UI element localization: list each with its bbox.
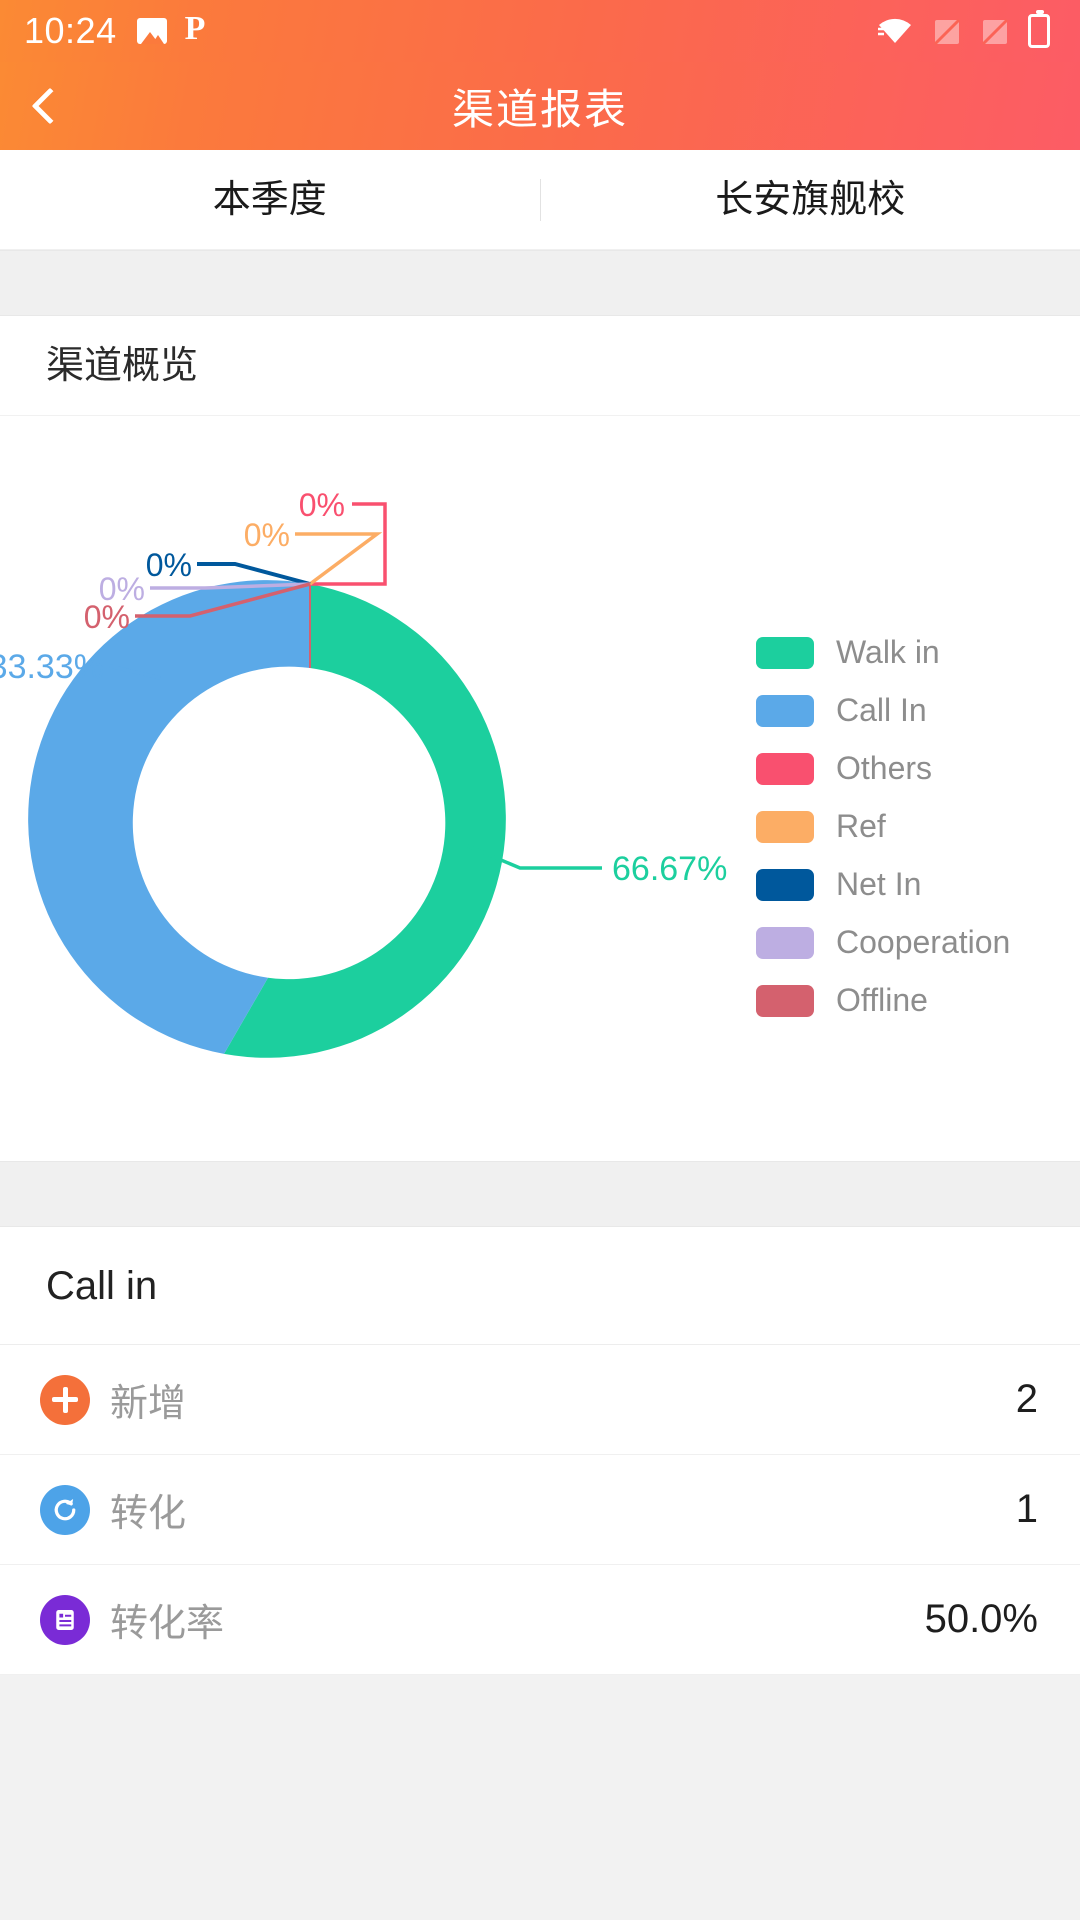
detail-row-conversion-rate[interactable]: 转化率 50.0% bbox=[0, 1565, 1080, 1675]
legend-item-offline[interactable]: Offline bbox=[756, 982, 1056, 1019]
legend-item-walk-in[interactable]: Walk in bbox=[756, 634, 1056, 671]
legend-item-cooperation[interactable]: Cooperation bbox=[756, 924, 1056, 961]
chevron-left-icon bbox=[31, 87, 69, 125]
no-sim-1-icon bbox=[932, 16, 962, 46]
legend-swatch-call-in bbox=[756, 694, 814, 727]
refresh-circle-icon bbox=[40, 1484, 90, 1535]
plus-circle-icon bbox=[40, 1374, 90, 1425]
section-gap-top bbox=[0, 250, 1080, 316]
status-bar-clock: 10:24 bbox=[24, 10, 117, 51]
legend-item-net-in[interactable]: Net In bbox=[756, 866, 1056, 903]
legend-label-cooperation: Cooperation bbox=[836, 924, 1011, 960]
page-title: 渠道报表 bbox=[451, 85, 628, 133]
photo-icon bbox=[136, 18, 167, 44]
refresh-glyph bbox=[54, 1498, 76, 1520]
legend-swatch-net-in bbox=[756, 868, 814, 901]
legend-swatch-cooperation bbox=[756, 926, 814, 959]
no-sim-2-icon bbox=[980, 16, 1010, 46]
battery-charging-icon: ⚡ bbox=[1028, 10, 1050, 48]
pie-value-offline: 0% bbox=[84, 599, 130, 635]
legend-swatch-walk-in bbox=[756, 636, 814, 669]
call-in-detail-card: Call in 新增 2 转化 1 转化率 50.0% bbox=[0, 1227, 1080, 1675]
list-glyph bbox=[56, 1609, 74, 1630]
legend-swatch-offline bbox=[756, 984, 814, 1017]
legend-label-net-in: Net In bbox=[836, 866, 922, 902]
legend-swatch-others bbox=[756, 752, 814, 785]
app-screen: 10:24 P ⚡ 渠道报表 本季度 长安旗舰校 渠道概览 0% 0% 0% 0… bbox=[0, 0, 1080, 1920]
legend-label-others: Others bbox=[836, 750, 933, 786]
detail-row-converted[interactable]: 转化 1 bbox=[0, 1455, 1080, 1565]
wifi-icon bbox=[876, 16, 914, 46]
legend-swatch-ref bbox=[756, 810, 814, 843]
detail-row-conversion-rate-value: 50.0% bbox=[924, 1597, 1038, 1641]
pie-value-call-in: 33.33% bbox=[0, 648, 104, 686]
detail-section-title: Call in bbox=[0, 1227, 1080, 1345]
tab-period[interactable]: 本季度 bbox=[0, 150, 540, 250]
detail-row-new[interactable]: 新增 2 bbox=[0, 1345, 1080, 1455]
legend-label-walk-in: Walk in bbox=[836, 634, 940, 670]
status-bar: 10:24 P ⚡ bbox=[0, 0, 1080, 62]
tab-campus[interactable]: 长安旗舰校 bbox=[541, 150, 1080, 250]
legend-item-others[interactable]: Others bbox=[756, 750, 1056, 787]
detail-row-new-label: 新增 bbox=[110, 1383, 187, 1425]
detail-row-converted-label: 转化 bbox=[110, 1493, 187, 1535]
section-gap-middle bbox=[0, 1161, 1080, 1227]
back-button[interactable] bbox=[0, 62, 100, 150]
pie-value-others: 0% bbox=[299, 487, 345, 523]
pie-value-walk-in: 66.67% bbox=[612, 850, 727, 888]
detail-row-new-value: 2 bbox=[1015, 1377, 1038, 1421]
list-circle-icon bbox=[40, 1594, 90, 1645]
channel-overview-title: 渠道概览 bbox=[0, 316, 1080, 416]
status-bar-system-icons: ⚡ bbox=[876, 10, 1056, 48]
legend-label-offline: Offline bbox=[836, 982, 928, 1018]
legend-label-call-in: Call In bbox=[836, 692, 927, 728]
p-app-icon: P bbox=[184, 10, 206, 47]
status-bar-notification-icons: P bbox=[136, 10, 211, 47]
app-bar: 渠道报表 bbox=[0, 62, 1080, 150]
filter-tab-bar: 本季度 长安旗舰校 bbox=[0, 150, 1080, 250]
channel-pie-chart[interactable]: 0% 0% 0% 0% 0% 33.33% 66.67% Walk in Cal… bbox=[0, 416, 1080, 1161]
leader-line-ref bbox=[295, 532, 383, 586]
channel-overview-card: 渠道概览 0% 0% 0% 0% 0% 33.33% 66.67% Walk i… bbox=[0, 316, 1080, 1161]
pie-value-net-in: 0% bbox=[146, 547, 192, 583]
legend-item-ref[interactable]: Ref bbox=[756, 808, 1056, 845]
pie-value-ref: 0% bbox=[244, 517, 290, 553]
legend-item-call-in[interactable]: Call In bbox=[756, 692, 1056, 729]
detail-row-converted-value: 1 bbox=[1015, 1487, 1038, 1531]
detail-row-conversion-rate-label: 转化率 bbox=[110, 1603, 225, 1645]
chart-legend: Walk in Call In Others Ref Net In Cooper… bbox=[756, 634, 1056, 1019]
legend-label-ref: Ref bbox=[836, 808, 886, 844]
